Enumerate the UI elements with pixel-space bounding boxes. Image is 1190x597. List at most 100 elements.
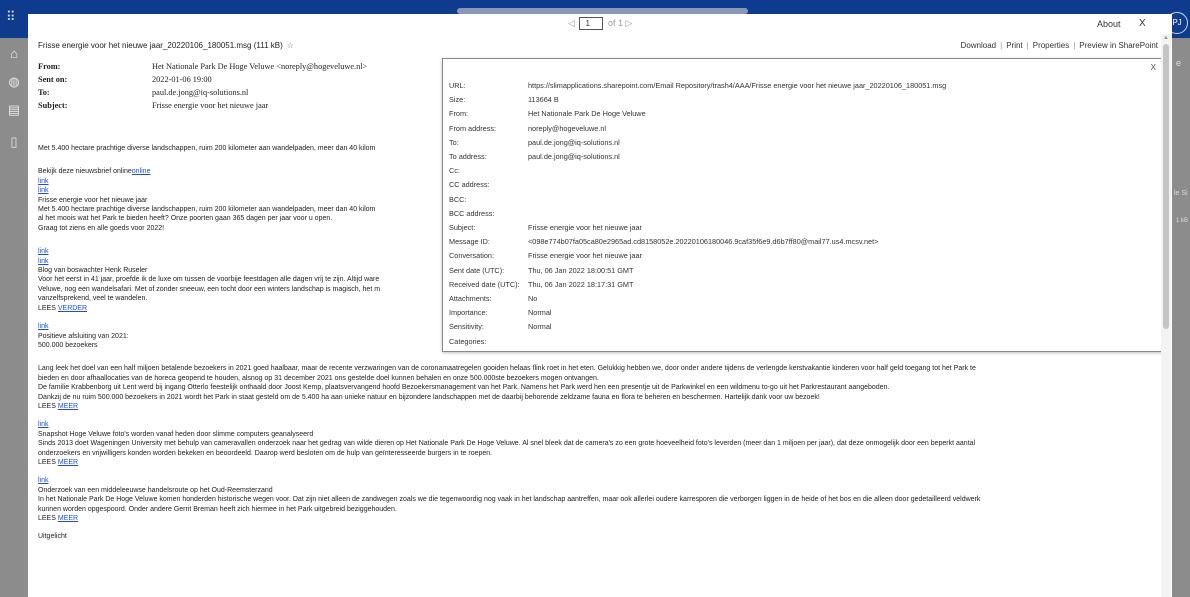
vertical-scrollbar[interactable]: ▲ — [1161, 34, 1171, 597]
property-row: BCC address: — [449, 209, 528, 218]
property-label: To: — [449, 137, 459, 147]
next-page-icon[interactable]: ▷ — [625, 18, 632, 28]
viewer-toolbar: ◁ 1 of 1 ▷ About X — [28, 14, 1172, 34]
download-link[interactable]: Download — [961, 41, 997, 50]
to-label: To: — [38, 88, 50, 97]
document-icon[interactable]: ▯ — [6, 134, 22, 150]
property-value: Normal — [528, 308, 552, 318]
left-rail: ⌂ ◍ ▤ ▯ — [0, 38, 28, 597]
file-title: Frisse energie voor het nieuwe jaar_2022… — [38, 41, 294, 50]
property-label: Message ID: — [449, 237, 490, 247]
property-row: CC address: — [449, 180, 528, 189]
property-label: Subject: — [449, 223, 476, 232]
property-row: To address: paul.de.jong@iq-solutions.nl — [449, 152, 620, 161]
property-label: BCC: — [449, 194, 467, 204]
property-row: Conversation: Frisse energie voor het nie… — [449, 251, 642, 260]
link[interactable]: link — [38, 323, 49, 330]
property-value: Thu, 06 Jan 2022 18:00:51 GMT — [528, 265, 634, 275]
app-launcher-icon[interactable]: ⠿ — [6, 10, 20, 24]
link[interactable]: link — [38, 187, 49, 194]
property-label: URL: — [449, 81, 466, 90]
body-text: bieden en door afhaallocaties van de hor… — [38, 374, 599, 382]
property-row: URL: https://slimapplications.sharepoint.… — [449, 81, 946, 90]
bg-fragment: le Si — [1174, 190, 1188, 197]
close-viewer-button[interactable]: X — [1139, 18, 1146, 29]
verder-link[interactable]: VERDER — [58, 305, 87, 312]
property-row: From address: noreply@hogeveluwe.nl — [449, 124, 606, 133]
to-value: paul.de.jong@iq-solutions.nl — [152, 88, 249, 97]
property-value: Frisse energie voor het nieuwe jaar — [528, 223, 642, 232]
link[interactable]: link — [38, 248, 49, 255]
online-link[interactable]: online — [132, 168, 151, 175]
property-row: To: paul.de.jong@iq-solutions.nl — [449, 138, 620, 147]
about-link[interactable]: About — [1097, 19, 1121, 29]
read-more: LEES MEER — [38, 458, 79, 466]
preview-sharepoint-link[interactable]: Preview in SharePoint — [1079, 41, 1158, 50]
document-viewer: ◁ 1 of 1 ▷ About X Frisse energie voor h… — [28, 14, 1172, 597]
body-text: Sinds 2013 doet Wageningen University me… — [38, 440, 976, 448]
property-label: Sent date (UTC): — [449, 265, 505, 275]
link[interactable]: link — [38, 421, 49, 428]
pager: ◁ 1 of 1 ▷ — [568, 17, 632, 30]
properties-panel: X URL: https://slimapplications.sharepoin… — [442, 58, 1163, 352]
globe-icon[interactable]: ◍ — [6, 74, 22, 90]
property-value: 113664 B — [528, 95, 559, 105]
property-value: No — [528, 294, 538, 303]
link[interactable]: link — [38, 477, 49, 484]
favorite-star-icon[interactable]: ☆ — [287, 41, 294, 50]
property-value: Het Nationale Park De Hoge Veluwe — [528, 109, 646, 119]
home-icon[interactable]: ⌂ — [6, 46, 22, 62]
property-label: Categories: — [449, 336, 487, 346]
prev-page-icon[interactable]: ◁ — [568, 18, 575, 28]
property-label: Cc: — [449, 166, 460, 176]
property-row: Attachments: No — [449, 294, 537, 303]
property-row: Subject: Frisse energie voor het nieuwe j… — [449, 223, 642, 232]
property-row: Size: 113664 B — [449, 95, 559, 104]
properties-link[interactable]: Properties — [1033, 41, 1069, 50]
property-value: noreply@hogeveluwe.nl — [528, 123, 606, 133]
close-properties-button[interactable]: X — [1151, 63, 1156, 72]
body-text: Lang leek het doel van een half miljoen … — [38, 365, 976, 373]
property-label: BCC address: — [449, 208, 495, 218]
property-label: To address: — [449, 152, 487, 161]
property-label: Importance: — [449, 308, 488, 318]
read-more: LEES MEER — [38, 402, 79, 410]
property-label: Sensitivity: — [449, 322, 484, 332]
list-icon[interactable]: ▤ — [6, 102, 22, 118]
print-link[interactable]: Print — [1006, 41, 1022, 50]
property-value: Thu, 06 Jan 2022 18:17:31 GMT — [528, 279, 634, 289]
meer-link[interactable]: MEER — [58, 515, 78, 522]
page-total: of 1 — [607, 17, 623, 28]
body-text: In het Nationale Park De Hoge Veluwe kom… — [38, 496, 981, 504]
property-row: Sensitivity: Normal — [449, 322, 552, 331]
background-page-right: e le Si 1 kB — [1172, 38, 1190, 597]
section-title: Onderzoek van een middeleeuwse handelsro… — [38, 486, 273, 494]
section-title: Uitgelicht — [38, 533, 67, 541]
meer-link[interactable]: MEER — [58, 459, 78, 466]
link[interactable]: link — [38, 178, 49, 185]
property-value: Frisse energie voor het nieuwe jaar — [528, 251, 642, 261]
property-row: Importance: Normal — [449, 308, 552, 317]
meer-link[interactable]: MEER — [58, 403, 78, 410]
subject-value: Frisse energie voor het nieuwe jaar — [152, 101, 269, 110]
property-value: paul.de.jong@iq-solutions.nl — [528, 137, 620, 147]
property-value: Normal — [528, 322, 552, 332]
link[interactable]: link — [38, 258, 49, 265]
from-label: From: — [38, 62, 61, 71]
read-more: LEES MEER — [38, 515, 79, 522]
sent-label: Sent on: — [38, 75, 68, 84]
page-number-input[interactable]: 1 — [579, 17, 604, 30]
subject-label: Subject: — [38, 101, 68, 110]
scroll-up-icon[interactable]: ▲ — [1163, 35, 1169, 41]
body-text: Dankzij de nu ruim 500.000 bezoekers in … — [38, 393, 820, 401]
bg-fragment: e — [1176, 58, 1182, 68]
from-value: Het Nationale Park De Hoge Veluwe <norep… — [152, 62, 368, 71]
action-links: Download | Print | Properties | Preview in Sha… — [960, 41, 1158, 50]
bg-fragment: 1 kB — [1176, 218, 1189, 224]
body-text: onderzoekers en vrijwilligers konden wor… — [38, 449, 493, 457]
property-value: https://slimapplications.sharepoint.com/… — [528, 81, 947, 90]
property-row: Sent date (UTC): Thu, 06 Jan 2022 18:00:5… — [449, 266, 633, 275]
scrollbar-thumb[interactable] — [1163, 44, 1169, 329]
property-label: Attachments: — [449, 294, 492, 303]
body-text: kunnen worden opgespoord. Onder andere G… — [38, 505, 397, 513]
